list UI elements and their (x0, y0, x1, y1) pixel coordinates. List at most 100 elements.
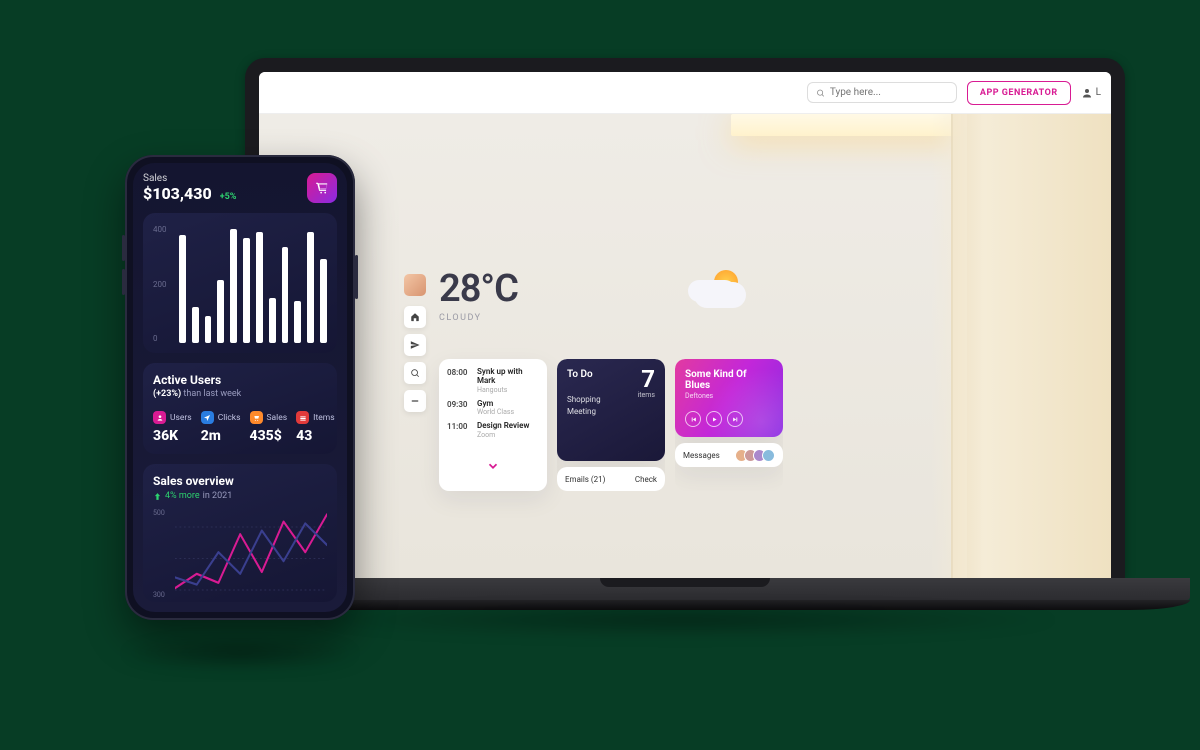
schedule-sub: World Class (477, 408, 539, 416)
ytick: 300 (153, 591, 173, 599)
play-icon (711, 416, 718, 423)
laptop-bezel: APP GENERATOR L 28°C CLO (245, 58, 1125, 578)
todo-count: 7 (641, 365, 655, 393)
stat-sales: Sales435$ (250, 411, 288, 444)
stat-items: Items43 (296, 411, 334, 444)
sales-overview-title: Sales overview (153, 474, 327, 488)
ytick: 200 (153, 280, 177, 289)
minus-icon (410, 396, 420, 406)
weather-icon (684, 264, 754, 314)
search-input[interactable] (830, 87, 948, 98)
curtain (951, 114, 1111, 578)
active-users-sub: (+23%) than last week (153, 389, 327, 399)
ytick: 0 (153, 334, 177, 343)
music-artist: Deftones (685, 392, 773, 400)
stat-icon (201, 411, 214, 424)
music-play-button[interactable] (706, 411, 722, 427)
schedule-time: 08:00 (447, 368, 471, 394)
ytick: 400 (153, 225, 177, 234)
navbar: APP GENERATOR L (259, 72, 1111, 114)
line-chart: 500 300 (153, 509, 327, 599)
login-label: L (1096, 87, 1101, 98)
bar (217, 280, 224, 343)
bar (256, 232, 263, 343)
bar (205, 316, 212, 343)
bar (320, 259, 327, 343)
sales-overview-sub: 4% more in 2021 (153, 491, 327, 501)
bar (179, 235, 186, 343)
sales-amount: $103,430 (143, 184, 212, 203)
search-icon (816, 88, 825, 98)
bar (230, 229, 237, 343)
schedule-row[interactable]: 08:00 Synk up with MarkHangouts (447, 365, 539, 397)
messages-card[interactable]: Messages (675, 443, 783, 467)
emails-card[interactable]: Emails (21) Check (557, 467, 665, 491)
stat-icon (296, 411, 309, 424)
stat-users: Users36K (153, 411, 192, 444)
active-users-title: Active Users (153, 373, 327, 387)
bar (307, 232, 314, 343)
cart-button[interactable] (307, 173, 337, 203)
chevron-down-icon (486, 459, 500, 473)
next-icon (732, 416, 739, 423)
stat-icon (250, 411, 263, 424)
search-input-wrap[interactable] (807, 82, 957, 103)
music-title: Some Kind Of Blues (685, 369, 773, 391)
sales-delta: +5% (220, 192, 237, 202)
stat-value: 43 (296, 428, 334, 444)
rail-send-button[interactable] (404, 334, 426, 356)
schedule-time: 11:00 (447, 422, 471, 439)
todo-stack: To Do 7 items ShoppingMeeting Emails (21… (557, 359, 665, 491)
cards-row: 08:00 Synk up with MarkHangouts 09:30GymWo… (439, 359, 783, 491)
rail-search-button[interactable] (404, 362, 426, 384)
sales-overview-panel: Sales overview 4% more in 2021 500 300 (143, 464, 337, 602)
stat-value: 36K (153, 428, 192, 444)
prev-icon (690, 416, 697, 423)
emails-action: Check (635, 475, 657, 484)
home-icon (410, 312, 420, 322)
schedule-sub: Zoom (477, 431, 539, 439)
stat-label: Clicks (218, 413, 241, 423)
weather-condition: CLOUDY (439, 313, 518, 323)
bar-chart: 400 200 0 (153, 223, 327, 343)
bar-chart-panel: 400 200 0 (143, 213, 337, 353)
send-icon (410, 340, 420, 350)
bar (269, 298, 276, 343)
schedule-sub: Hangouts (477, 386, 539, 394)
ytick: 500 (153, 509, 173, 517)
ceiling-light (731, 114, 961, 136)
search-icon (410, 368, 420, 378)
schedule-row[interactable]: 11:00Design ReviewZoom (447, 419, 539, 442)
app-generator-button[interactable]: APP GENERATOR (967, 81, 1071, 105)
active-users-panel: Active Users (+23%) than last week Users… (143, 363, 337, 454)
stat-clicks: Clicks2m (201, 411, 241, 444)
stat-value: 435$ (250, 428, 288, 444)
schedule-row[interactable]: 09:30GymWorld Class (447, 397, 539, 420)
arrow-up-icon (153, 492, 162, 501)
stat-icon (153, 411, 166, 424)
side-rail (404, 274, 426, 412)
music-prev-button[interactable] (685, 411, 701, 427)
phone-screen: Sales $103,430 +5% 400 200 0 Active Users … (133, 163, 347, 612)
messages-label: Messages (683, 451, 720, 460)
sales-header: Sales $103,430 +5% (143, 173, 337, 203)
emails-label: Emails (21) (565, 475, 605, 484)
laptop-screen: APP GENERATOR L 28°C CLO (259, 72, 1111, 578)
schedule-expand[interactable] (439, 455, 547, 483)
rail-home-button[interactable] (404, 306, 426, 328)
avatar[interactable] (404, 274, 426, 296)
laptop-mockup: APP GENERATOR L 28°C CLO (245, 58, 1125, 610)
laptop-shadow (305, 602, 1065, 638)
schedule-time: 09:30 (447, 400, 471, 417)
cart-icon (315, 181, 329, 195)
weather-block: 28°C CLOUDY (439, 267, 518, 323)
todo-card[interactable]: To Do 7 items ShoppingMeeting (557, 359, 665, 461)
login-link[interactable]: L (1081, 87, 1101, 99)
phone-mockup: Sales $103,430 +5% 400 200 0 Active Users … (125, 155, 355, 620)
music-next-button[interactable] (727, 411, 743, 427)
schedule-card: 08:00 Synk up with MarkHangouts 09:30GymWo… (439, 359, 547, 491)
schedule-title: Synk up with Mark (477, 368, 539, 386)
bar (192, 307, 199, 343)
rail-settings-button[interactable] (404, 390, 426, 412)
avatar (762, 449, 775, 462)
